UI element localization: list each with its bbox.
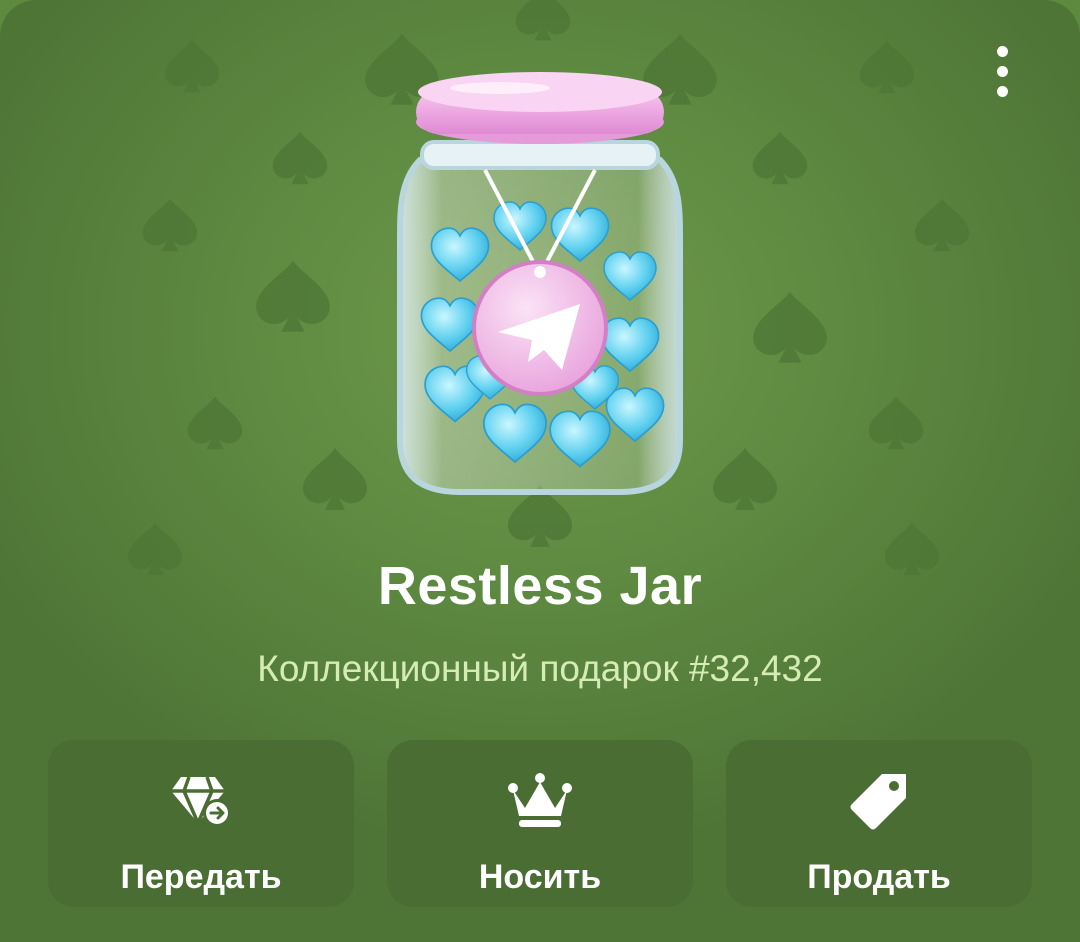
price-tag-icon [848,770,910,832]
wear-label: Носить [478,858,602,896]
spade-icon [142,198,198,252]
spade-icon [713,448,777,510]
diamond-transfer-icon [169,770,233,832]
transfer-label: Передать [120,858,282,896]
transfer-button[interactable]: Передать [48,740,354,907]
sell-button[interactable]: Продать [726,740,1032,907]
spade-icon [303,448,367,510]
menu-dot [996,85,1008,97]
spade-icon [272,131,328,185]
spade-icon [515,0,571,41]
spade-icon [914,198,970,252]
gift-card: Restless Jar Коллекционный подарок #32,4… [0,0,1080,942]
gift-jar-image [397,72,683,495]
gift-title: Restless Jar [377,556,703,616]
spade-icon [868,396,924,450]
crown-icon [507,770,573,832]
spade-icon [752,131,808,185]
sell-label: Продать [807,858,951,896]
gift-subtitle: Коллекционный подарок #32,432 [257,648,823,689]
spade-icon [256,260,330,332]
spade-icon [859,40,915,94]
more-vertical-icon[interactable] [980,40,1024,102]
spade-icon [753,291,827,363]
menu-dot [996,65,1008,77]
menu-dot [996,45,1008,57]
spade-icon [187,396,243,450]
spade-icon [164,39,220,93]
wear-button[interactable]: Носить [387,740,693,907]
